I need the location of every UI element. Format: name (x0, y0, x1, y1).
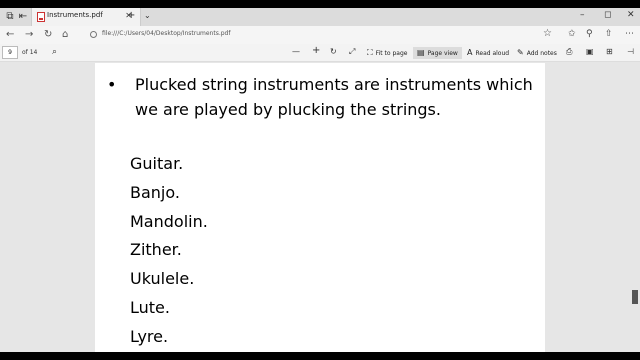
forward-arrow-icon[interactable]: → (25, 29, 33, 41)
info-icon[interactable] (90, 31, 97, 38)
list-item: Zither. (130, 240, 182, 260)
set-aside-tabs-icon[interactable]: ⧉ (4, 11, 16, 23)
bullet-glyph: • (107, 75, 117, 94)
favorite-star-icon[interactable]: ☆ (543, 28, 552, 39)
page-view-icon: ▤ (417, 48, 425, 57)
close-window-button[interactable]: ✕ (627, 10, 635, 20)
fullscreen-icon[interactable]: ⤢ (349, 47, 355, 57)
list-item: Lute. (130, 297, 170, 317)
add-notes-label: Add notes (526, 50, 557, 57)
list-item: Banjo. (130, 182, 180, 202)
read-aloud-icon: A (467, 48, 473, 57)
tab-instruments[interactable]: Instruments.pdf ✕ (31, 8, 141, 26)
list-item: Lyre. (130, 326, 169, 346)
pdf-file-icon (37, 12, 45, 22)
instrument-list: Guitar. Banjo. Mandolin. Zither. Ukulele. Lut… (130, 150, 208, 352)
home-icon[interactable]: ⌂ (62, 29, 68, 41)
bullet-text: Plucked string instruments are instrumen… (135, 75, 533, 119)
rotate-icon[interactable]: ↻ (330, 47, 337, 56)
refresh-icon[interactable]: ↻ (44, 29, 52, 41)
page-view-label: Page view (427, 50, 458, 57)
save-icon[interactable]: ▣ (586, 47, 594, 56)
tab-bar: ⧉ ⇤ Instruments.pdf ✕ + ⌄ – ◻ ✕ (0, 8, 640, 26)
address-bar: ← → ↻ ⌂ file:///C:/Users/04/Desktop/Inst… (0, 26, 640, 44)
more-options-icon[interactable]: ⋯ (625, 29, 634, 39)
reading-list-icon[interactable]: ⚲ (586, 29, 593, 39)
favorites-list-icon[interactable]: ✩ (568, 29, 576, 39)
pdf-page: • Plucked string instruments are instrum… (95, 63, 545, 352)
document-viewer[interactable]: • Plucked string instruments are instrum… (0, 63, 640, 352)
read-aloud-button[interactable]: A Read aloud (467, 47, 509, 59)
page-count: of 14 (22, 49, 38, 56)
read-aloud-label: Read aloud (475, 50, 510, 57)
browser-window: ⧉ ⇤ Instruments.pdf ✕ + ⌄ – ◻ ✕ ← → ↻ ⌂ … (0, 8, 640, 352)
list-item: Mandolin. (130, 211, 208, 231)
back-arrow-icon[interactable]: ← (6, 29, 14, 41)
url-field[interactable]: file:///C:/Users/04/Desktop/Instruments.… (82, 28, 557, 42)
share-icon[interactable]: ⇧ (605, 29, 613, 39)
print-icon[interactable]: ⎙ (566, 47, 572, 57)
maximize-button[interactable]: ◻ (604, 10, 611, 20)
list-item: Guitar. (130, 154, 184, 173)
fit-to-page-icon: ⛶ (367, 48, 373, 57)
tab-title: Instruments.pdf (47, 11, 103, 19)
zoom-in-button[interactable]: + (312, 45, 320, 56)
fit-to-page-button[interactable]: ⛶ Fit to page (367, 47, 407, 59)
add-notes-button[interactable]: ✎ Add notes (517, 47, 557, 59)
scrollbar-thumb[interactable] (632, 290, 638, 304)
zoom-out-button[interactable]: — (292, 47, 300, 56)
pen-icon: ✎ (517, 48, 524, 57)
pin-toolbar-icon[interactable]: ⊣ (627, 47, 634, 56)
pdf-toolbar: 9 of 14 ⌕ — + ↻ ⤢ ⛶ Fit to page ▤ Page vie… (0, 44, 640, 62)
search-icon[interactable]: ⌕ (52, 47, 57, 57)
list-item: Ukulele. (130, 269, 195, 289)
minimize-button[interactable]: – (580, 10, 585, 20)
url-text[interactable]: file:///C:/Users/04/Desktop/Instruments.… (102, 30, 230, 37)
page-number-input[interactable]: 9 (2, 46, 18, 59)
fit-to-page-label: Fit to page (375, 50, 408, 57)
tab-preview-icon[interactable]: ⇤ (17, 11, 29, 23)
save-as-icon[interactable]: ⊞ (606, 47, 613, 56)
page-view-button[interactable]: ▤ Page view (413, 47, 462, 59)
new-tab-button[interactable]: + (127, 10, 135, 21)
tab-list-chevron-icon[interactable]: ⌄ (144, 11, 151, 20)
